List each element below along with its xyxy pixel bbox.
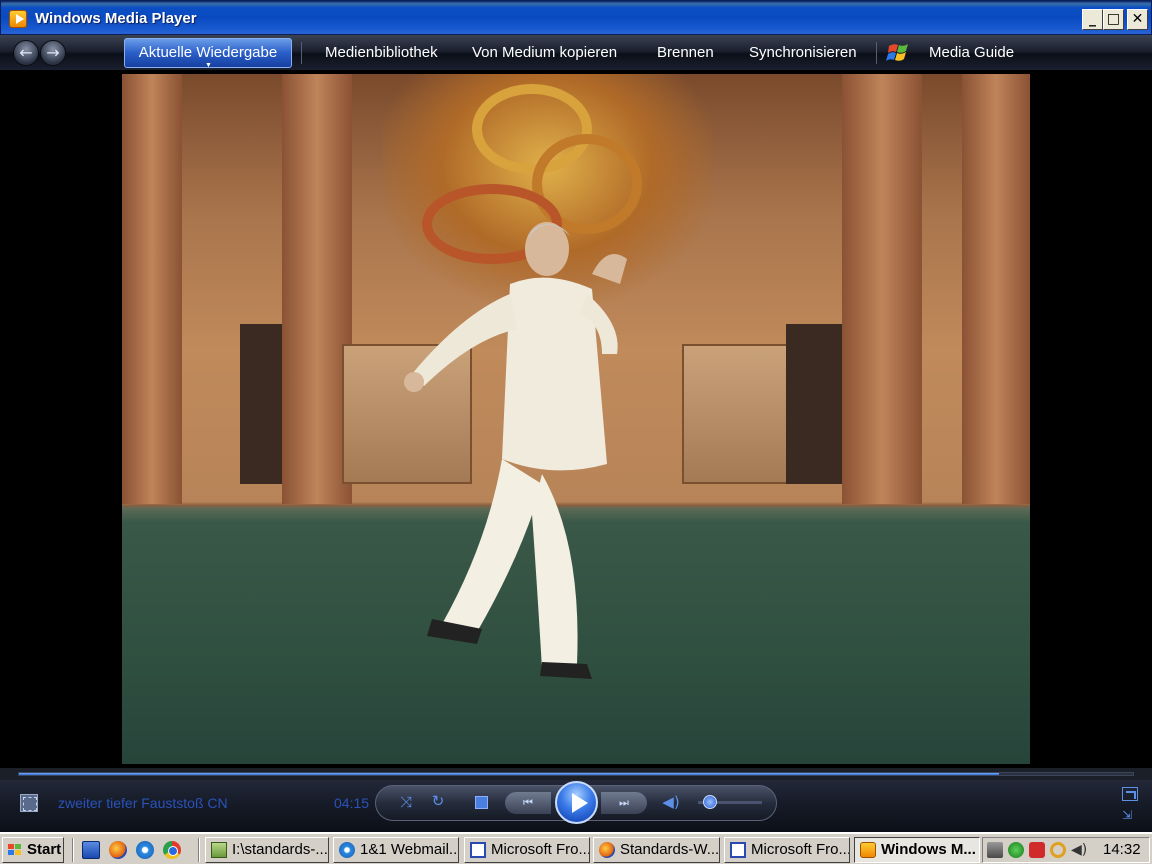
back-button[interactable]: ←: [13, 40, 39, 66]
tai-chi-performer: [404, 222, 627, 679]
video-frame[interactable]: [122, 74, 1030, 764]
scene-doorway: [786, 324, 846, 484]
taskbar-item-label: Microsoft Fro...: [751, 841, 850, 858]
taskbar-divider: [72, 838, 74, 862]
play-button[interactable]: [555, 781, 598, 824]
tab-library[interactable]: Medienbibliothek: [325, 35, 438, 71]
firefox-icon[interactable]: [109, 841, 127, 859]
volume-slider-thumb[interactable]: [703, 795, 717, 809]
firefox-icon: [599, 842, 615, 858]
taskbar-item[interactable]: Standards-W...: [593, 837, 720, 863]
chevron-down-icon[interactable]: ▼: [205, 62, 212, 69]
frontpage-icon: [730, 842, 746, 858]
scene-pillar: [842, 74, 922, 504]
internet-explorer-icon: [339, 842, 355, 858]
windows-flag-icon: [886, 44, 908, 61]
title-bar: Windows Media Player _ □ ✕: [0, 0, 1152, 35]
tab-burn[interactable]: Brennen: [657, 35, 714, 71]
taskbar-item-label: Microsoft Fro...: [491, 841, 590, 858]
antivirus-icon[interactable]: [1029, 842, 1045, 858]
sync-icon[interactable]: [1050, 842, 1066, 858]
taskbar-item[interactable]: Microsoft Fro...: [464, 837, 590, 863]
start-label: Start: [27, 841, 62, 858]
video-file-icon[interactable]: [20, 794, 38, 812]
navigation-bar: ← → Aktuelle Wiedergabe ▼ Medienbiblioth…: [0, 35, 1152, 71]
system-tray: ◀) 14:32: [982, 837, 1150, 863]
internet-explorer-icon[interactable]: [136, 841, 154, 859]
taskbar-item[interactable]: Microsoft Fro...: [724, 837, 850, 863]
taskbar-item[interactable]: I:\standards-...: [205, 837, 329, 863]
taskbar-item-label: I:\standards-...: [232, 841, 328, 858]
previous-button[interactable]: ⏮: [505, 792, 551, 814]
taskbar-divider: [198, 838, 200, 862]
network-icon[interactable]: [987, 842, 1003, 858]
forward-button[interactable]: →: [40, 40, 66, 66]
mute-button[interactable]: ◀): [662, 793, 680, 811]
maximize-button[interactable]: □: [1103, 9, 1124, 30]
clock[interactable]: 14:32: [1103, 838, 1141, 862]
compact-mode-button[interactable]: ⇲: [1122, 808, 1138, 822]
taskbar-item-label: Standards-W...: [620, 841, 720, 858]
taskbar-item-label: Windows M...: [881, 841, 976, 858]
elapsed-time[interactable]: 04:15: [334, 795, 369, 811]
nav-divider: [301, 42, 302, 64]
start-button[interactable]: Start: [2, 837, 64, 863]
minimize-button[interactable]: _: [1082, 9, 1103, 30]
chrome-icon[interactable]: [163, 841, 181, 859]
speaker-icon[interactable]: ◀): [1071, 842, 1087, 858]
track-title: zweiter tiefer Fauststoß CN: [58, 795, 228, 811]
tab-now-playing-label: Aktuelle Wiedergabe: [138, 44, 278, 61]
tab-media-guide[interactable]: Media Guide: [929, 35, 1014, 71]
close-button[interactable]: ✕: [1127, 9, 1148, 30]
frontpage-icon: [470, 842, 486, 858]
next-button[interactable]: ⏭: [601, 792, 647, 814]
taskbar-item-active[interactable]: Windows M...: [854, 837, 980, 863]
seek-area: [0, 768, 1152, 780]
show-desktop-icon[interactable]: [82, 841, 100, 859]
tab-now-playing[interactable]: Aktuelle Wiedergabe ▼: [124, 38, 292, 69]
wmp-icon: [860, 842, 876, 858]
security-icon[interactable]: [1008, 842, 1024, 858]
seek-bar[interactable]: [18, 772, 1134, 776]
playback-controls: zweiter tiefer Fauststoß CN 04:15 ⤨ ↻ ⏮ …: [0, 780, 1152, 832]
seek-progress: [19, 773, 1000, 775]
nav-divider: [876, 42, 877, 64]
video-area[interactable]: [0, 72, 1152, 768]
scene-panel: [682, 344, 802, 484]
scene-pillar: [962, 74, 1030, 504]
shuffle-button[interactable]: ⤨: [396, 793, 416, 811]
scene-pillar: [122, 74, 182, 504]
window-title: Windows Media Player: [35, 10, 197, 27]
tab-sync[interactable]: Synchronisieren: [749, 35, 857, 71]
taskbar-item[interactable]: 1&1 Webmail...: [333, 837, 459, 863]
tab-rip[interactable]: Von Medium kopieren: [472, 35, 617, 71]
repeat-button[interactable]: ↻: [428, 792, 448, 810]
fullscreen-button[interactable]: [1122, 787, 1138, 801]
wmp-app-icon: [9, 10, 27, 28]
taskbar: Start I:\standards-... 1&1 Webmail... Mi…: [0, 832, 1152, 864]
windows-logo-icon: [8, 844, 21, 855]
notepad-icon: [211, 842, 227, 858]
stop-button[interactable]: [475, 796, 488, 809]
taskbar-item-label: 1&1 Webmail...: [360, 841, 459, 858]
